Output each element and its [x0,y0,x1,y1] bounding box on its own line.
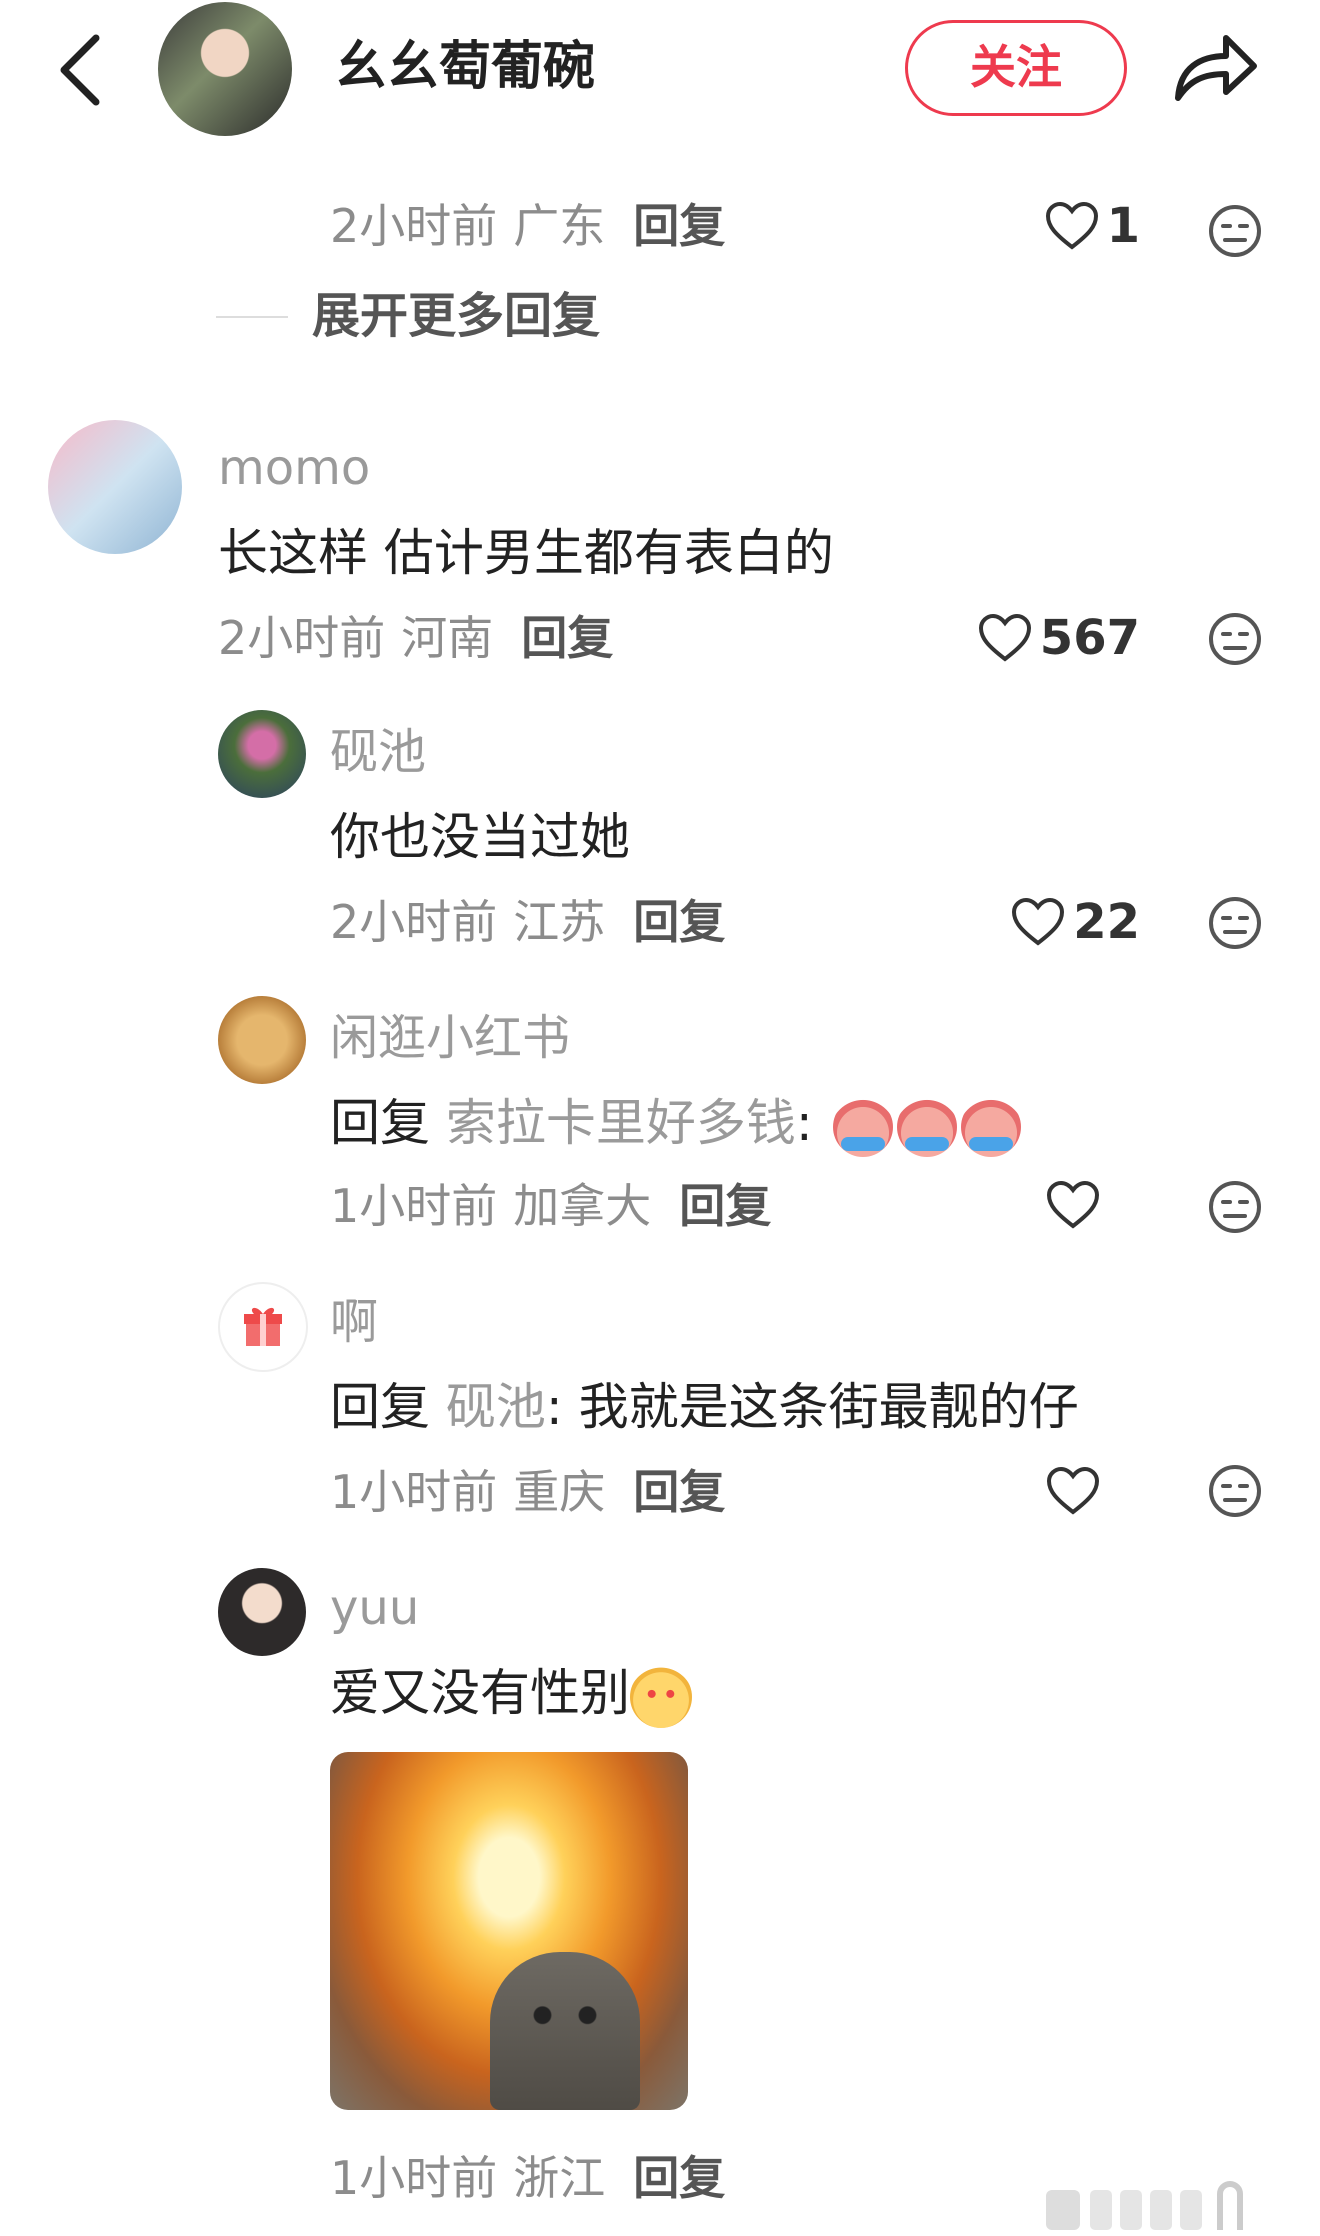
comment-text[interactable]: 回复 砚池: 我就是这条街最靓的仔 [330,1374,1079,1440]
comment-meta: 2小时前 河南 回复 [218,608,613,668]
like-count: 22 [1073,894,1140,950]
reply-button[interactable]: 回复 [633,199,725,253]
share-arrow-icon[interactable] [1170,28,1260,108]
dislike-face-icon[interactable] [1208,1180,1262,1234]
comment-location: 广东 [513,199,606,253]
reply-prefix: 回复 [330,1378,430,1436]
comment-location: 加拿大 [513,1179,652,1233]
comment-username[interactable]: 砚池 [330,722,426,782]
reply-meta: 2小时前 广东 回复 [330,196,725,256]
like-button[interactable]: 567 [960,608,1140,668]
cat-figure [490,1952,640,2110]
mention-user[interactable]: 索拉卡里好多钱 [446,1094,796,1152]
top-bar: 幺幺萄葡碗 关注 [0,0,1320,148]
smiling-emoji-icon [630,1665,692,1728]
comment-time: 1小时前 [330,2151,498,2205]
expand-divider [216,316,288,318]
comment-location: 河南 [401,611,494,665]
comment-username[interactable]: 啊 [330,1292,378,1352]
comment-text[interactable]: 爱又没有性别 [330,1660,692,1728]
comment-username[interactable]: 闲逛小红书 [330,1008,570,1068]
comment-text[interactable]: 回复 索拉卡里好多钱: [330,1090,1021,1157]
avatar[interactable] [218,996,306,1084]
reply-button[interactable]: 回复 [521,611,613,665]
expand-more-replies[interactable]: 展开更多回复 [312,286,600,346]
heart-icon [1045,201,1098,250]
heart-icon [978,613,1031,662]
comment-time: 2小时前 [330,199,498,253]
heart-icon[interactable] [1046,1180,1100,1230]
crying-emoji-icon [832,1096,893,1157]
like-count: 567 [1039,610,1140,666]
reply-button[interactable]: 回复 [633,2151,725,2205]
watermark-logo [1046,2181,1243,2230]
dislike-face-icon[interactable] [1208,204,1262,258]
comment-location: 浙江 [513,2151,606,2205]
heart-icon [1012,897,1065,946]
author-name[interactable]: 幺幺萄葡碗 [335,32,595,102]
like-button[interactable]: 22 [980,892,1140,952]
avatar[interactable] [218,1568,306,1656]
crying-emoji-icon [896,1096,957,1157]
avatar[interactable] [48,420,182,554]
dislike-face-icon[interactable] [1208,1464,1262,1518]
follow-button[interactable]: 关注 [905,20,1127,116]
reply-button[interactable]: 回复 [633,895,725,949]
mention-colon: : [545,1378,563,1436]
reply-button[interactable]: 回复 [679,1179,771,1233]
comment-username[interactable]: yuu [330,1578,419,1638]
sticker-image[interactable] [330,1752,688,2110]
gift-icon [244,1307,282,1346]
like-button[interactable]: 1 [1000,196,1140,256]
comment-location: 重庆 [513,1465,606,1519]
comment-meta: 2小时前 江苏 回复 [330,892,725,952]
comment-location: 江苏 [513,895,606,949]
reply-prefix: 回复 [330,1094,430,1152]
reply-text: 我就是这条街最靓的仔 [578,1378,1079,1436]
comment-time: 1小时前 [330,1465,498,1519]
comment-meta: 1小时前 加拿大 回复 [330,1176,771,1236]
crying-emoji-icon [960,1096,1021,1157]
mention-user[interactable]: 砚池 [446,1378,546,1436]
comment-time: 2小时前 [218,611,386,665]
comment-time: 2小时前 [330,895,498,949]
comment-time: 1小时前 [330,1179,498,1233]
reply-button[interactable]: 回复 [633,1465,725,1519]
like-count: 1 [1106,198,1140,254]
avatar[interactable] [218,1282,308,1372]
comment-text[interactable]: 长这样 估计男生都有表白的 [218,520,834,586]
author-avatar[interactable] [158,2,292,136]
comment-body: 爱又没有性别 [330,1664,630,1722]
dislike-face-icon[interactable] [1208,896,1262,950]
comment-text[interactable]: 你也没当过她 [330,804,630,870]
heart-icon[interactable] [1046,1466,1100,1516]
comment-username[interactable]: momo [218,438,370,498]
comment-meta: 1小时前 浙江 回复 [330,2148,725,2208]
dislike-face-icon[interactable] [1208,612,1262,666]
avatar[interactable] [218,710,306,798]
mention-colon: : [795,1094,813,1152]
comment-meta: 1小时前 重庆 回复 [330,1462,725,1522]
chevron-left-icon[interactable] [52,30,112,110]
